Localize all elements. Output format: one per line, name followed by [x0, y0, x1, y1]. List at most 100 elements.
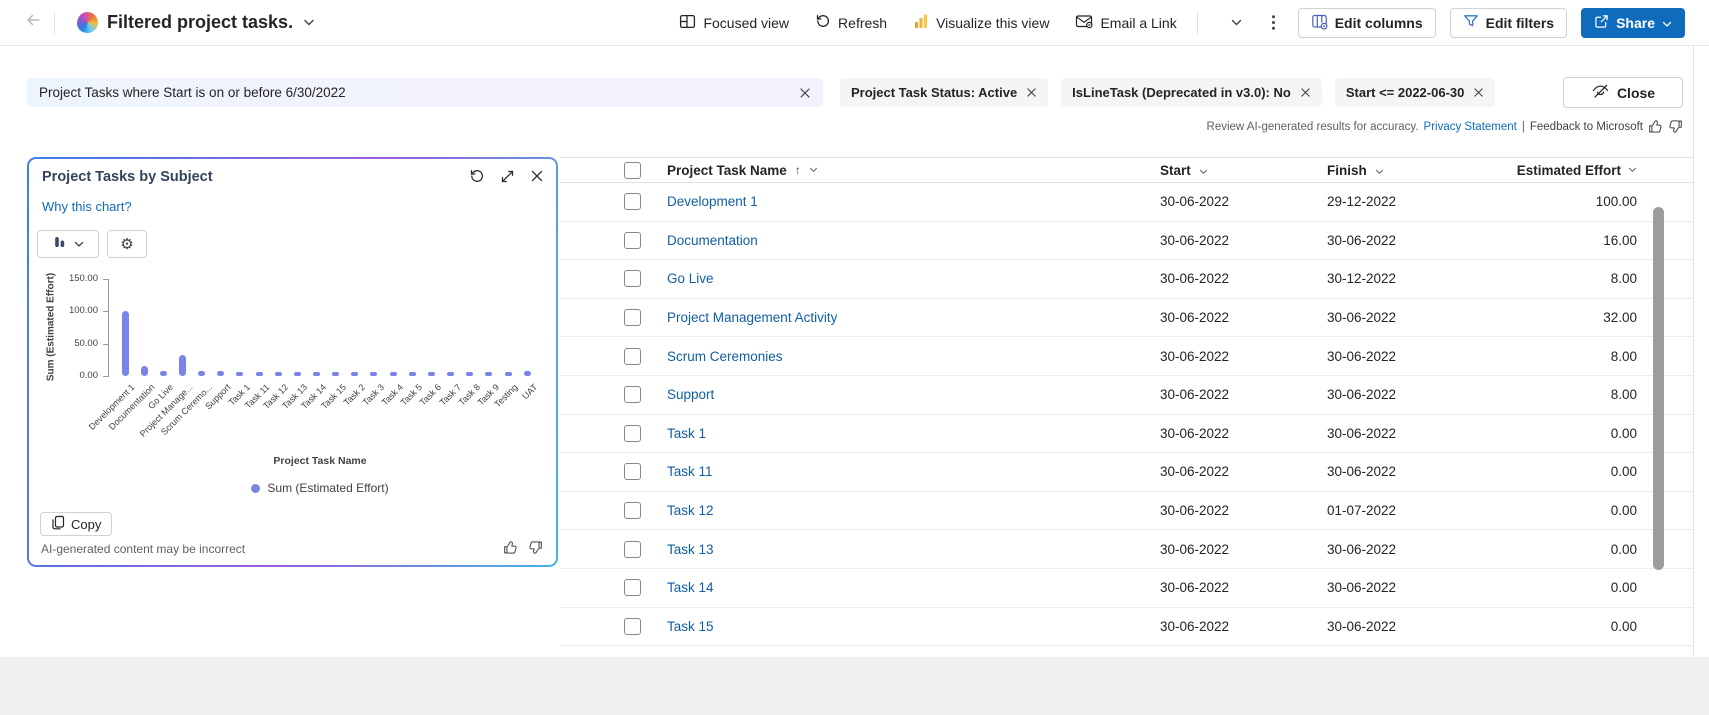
ai-disclaimer-text: AI-generated content may be incorrect [41, 542, 245, 556]
finish-date-cell: 30-06-2022 [1327, 387, 1494, 402]
column-chevron-icon[interactable] [809, 167, 818, 173]
share-label: Share [1616, 15, 1655, 31]
task-name-link[interactable]: Go Live [667, 271, 714, 286]
task-name-link[interactable]: Task 15 [667, 619, 714, 634]
table-row[interactable]: Documentation30-06-202230-06-202216.00 [560, 222, 1693, 261]
more-commands-button[interactable] [1263, 10, 1284, 35]
chart-bar [390, 372, 397, 376]
chart-bar [313, 372, 320, 376]
task-name-link[interactable]: Task 1 [667, 426, 706, 441]
row-checkbox[interactable] [624, 193, 641, 210]
close-filter-button[interactable]: Close [1563, 77, 1683, 108]
task-name-link[interactable]: Task 11 [667, 464, 713, 479]
row-checkbox[interactable] [624, 232, 641, 249]
row-checkbox[interactable] [624, 348, 641, 365]
chart-bar [179, 355, 186, 376]
start-date-cell: 30-06-2022 [1160, 310, 1327, 325]
table-row[interactable]: Task 1330-06-202230-06-20220.00 [560, 530, 1693, 569]
row-checkbox[interactable] [624, 309, 641, 326]
column-header-finish[interactable]: Finish [1327, 163, 1494, 178]
why-this-chart-link[interactable]: Why this chart? [42, 199, 132, 214]
table-row[interactable]: Task 1430-06-202230-06-20220.00 [560, 569, 1693, 608]
table-row[interactable]: Task 130-06-202230-06-20220.00 [560, 415, 1693, 454]
copy-chart-button[interactable]: Copy [40, 512, 112, 536]
task-name-link[interactable]: Support [667, 387, 714, 402]
ai-query-text: Project Tasks where Start is on or befor… [39, 85, 346, 100]
chart-bar [428, 372, 435, 376]
x-tick-label: Task 6 [418, 382, 443, 407]
finish-date-cell: 30-06-2022 [1327, 349, 1494, 364]
back-button[interactable] [24, 11, 42, 34]
privacy-statement-link[interactable]: Privacy Statement [1424, 121, 1517, 133]
task-name-link[interactable]: Scrum Ceremonies [667, 349, 783, 364]
table-scrollbar[interactable] [1653, 207, 1664, 570]
task-name-link[interactable]: Documentation [667, 233, 758, 248]
row-checkbox[interactable] [624, 463, 641, 480]
estimated-effort-cell: 0.00 [1494, 426, 1637, 441]
table-row[interactable]: Project Management Activity30-06-202230-… [560, 299, 1693, 338]
column-chevron-icon[interactable] [1375, 169, 1384, 175]
table-row[interactable]: Task 1130-06-202230-06-20220.00 [560, 453, 1693, 492]
remove-filter-icon[interactable] [1473, 87, 1484, 98]
task-name-link[interactable]: Task 12 [667, 503, 714, 518]
view-selector-chevron[interactable] [303, 18, 315, 27]
thumbs-up-icon[interactable] [1648, 119, 1663, 134]
start-date-cell: 30-06-2022 [1160, 349, 1327, 364]
focused-view-button[interactable]: Focused view [673, 8, 795, 38]
finish-date-cell: 29-12-2022 [1327, 194, 1494, 209]
edit-filters-button[interactable]: Edit filters [1450, 8, 1567, 38]
copilot-icon [77, 12, 98, 33]
column-header-task-name[interactable]: Project Task Name ↑ [667, 163, 1160, 178]
table-row[interactable]: Development 130-06-202229-12-2022100.00 [560, 183, 1693, 222]
sort-asc-icon: ↑ [795, 163, 801, 177]
select-all-checkbox[interactable] [624, 162, 641, 179]
chart-refresh-icon[interactable] [469, 168, 485, 184]
share-button[interactable]: Share [1581, 8, 1685, 38]
filter-chip: Start <= 2022-06-30 [1335, 78, 1496, 107]
row-checkbox[interactable] [624, 618, 641, 635]
chart-type-button[interactable] [37, 230, 99, 258]
remove-filter-icon[interactable] [1300, 87, 1311, 98]
clear-query-icon[interactable] [799, 87, 811, 99]
column-chevron-icon[interactable] [1199, 169, 1208, 175]
email-link-button[interactable]: Email a Link [1069, 8, 1182, 37]
chart-expand-icon[interactable] [500, 169, 515, 184]
row-checkbox[interactable] [624, 502, 641, 519]
column-header-start[interactable]: Start [1160, 163, 1327, 178]
chart-close-icon[interactable] [530, 169, 544, 183]
ai-query-pill[interactable]: Project Tasks where Start is on or befor… [27, 78, 823, 107]
edit-columns-button[interactable]: Edit columns [1298, 8, 1436, 38]
row-checkbox[interactable] [624, 541, 641, 558]
row-checkbox[interactable] [624, 579, 641, 596]
column-label: Finish [1327, 163, 1367, 178]
overflow-chevron-button[interactable] [1224, 13, 1249, 32]
table-row[interactable]: Support30-06-202230-06-20228.00 [560, 376, 1693, 415]
refresh-button[interactable]: Refresh [809, 8, 893, 37]
thumbs-down-icon[interactable] [1668, 119, 1683, 134]
table-row[interactable]: Task 1530-06-202230-06-20220.00 [560, 608, 1693, 647]
finish-date-cell: 30-06-2022 [1327, 542, 1494, 557]
chart-thumbs-down-icon[interactable] [528, 540, 543, 555]
remove-filter-icon[interactable] [1026, 87, 1037, 98]
chart-thumbs-up-icon[interactable] [503, 540, 518, 555]
row-checkbox[interactable] [624, 270, 641, 287]
finish-date-cell: 01-07-2022 [1327, 503, 1494, 518]
table-row[interactable]: Scrum Ceremonies30-06-202230-06-20228.00 [560, 337, 1693, 376]
table-row[interactable]: Go Live30-06-202230-12-20228.00 [560, 260, 1693, 299]
table-row[interactable]: Task 1230-06-202201-07-20220.00 [560, 492, 1693, 531]
task-name-link[interactable]: Task 13 [667, 542, 714, 557]
task-name-link[interactable]: Development 1 [667, 194, 758, 209]
column-header-estimated-effort[interactable]: Estimated Effort [1494, 163, 1637, 178]
column-chevron-icon[interactable] [1628, 167, 1637, 173]
estimated-effort-cell: 0.00 [1494, 619, 1637, 634]
row-checkbox[interactable] [624, 386, 641, 403]
row-checkbox[interactable] [624, 425, 641, 442]
chart-bar [466, 372, 473, 376]
task-name-link[interactable]: Project Management Activity [667, 310, 837, 325]
feedback-link[interactable]: Feedback to Microsoft [1530, 121, 1643, 133]
task-name-link[interactable]: Task 14 [667, 580, 714, 595]
chart-settings-button[interactable]: ⚙ [107, 230, 147, 258]
visualize-view-button[interactable]: Visualize this view [907, 8, 1055, 37]
y-tick-label: 100.00 [58, 305, 98, 316]
filter-chip-label: Start <= 2022-06-30 [1346, 85, 1465, 100]
